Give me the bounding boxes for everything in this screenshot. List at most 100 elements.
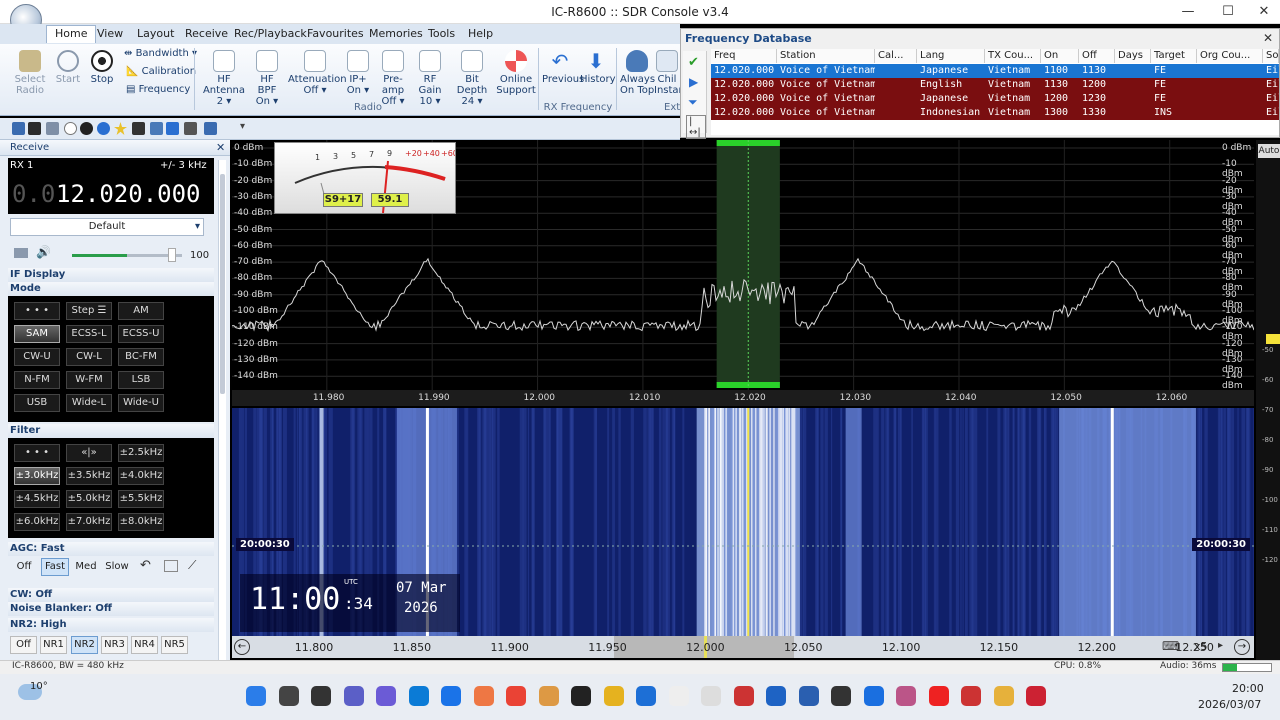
- receive-close-icon[interactable]: ✕: [216, 141, 225, 154]
- bars-icon[interactable]: [14, 248, 28, 258]
- app-icon[interactable]: [863, 686, 884, 706]
- table-row[interactable]: 12.020.000 Voice of Vietnam Japanese Vietna…: [711, 64, 1279, 78]
- child-instance-button[interactable]: Chil Instan: [654, 50, 680, 96]
- table-row[interactable]: 12.020.000 Voice of Vietnam Japanese Vietna…: [711, 92, 1279, 106]
- play-icon[interactable]: ▶: [689, 75, 698, 89]
- nr-off-button[interactable]: Off: [10, 636, 37, 654]
- mode-button[interactable]: Wide-L: [66, 394, 112, 412]
- undo-icon[interactable]: [166, 122, 179, 135]
- frequency-database-close-icon[interactable]: ✕: [1263, 31, 1273, 45]
- always-on-top-button[interactable]: Always On Top: [620, 50, 655, 96]
- screen-icon[interactable]: [204, 122, 217, 135]
- list-icon[interactable]: [46, 122, 59, 135]
- app-icon[interactable]: [831, 686, 851, 706]
- mode-button[interactable]: SAM: [14, 325, 60, 343]
- ip-plus-button[interactable]: IP+ On ▾: [344, 50, 372, 96]
- document-icon[interactable]: [668, 686, 689, 706]
- mode-button[interactable]: Wide-U: [118, 394, 164, 412]
- filter-button[interactable]: ±3.5kHz: [66, 467, 112, 485]
- document-icon[interactable]: [701, 686, 721, 706]
- tab-memories[interactable]: Memories: [369, 27, 423, 40]
- calibration-button[interactable]: 📐 Calibration: [126, 66, 196, 77]
- overview-frequency-axis[interactable]: ← 11.800 11.850 11.900 11.950 12.000 12.050 12…: [232, 636, 1254, 658]
- home-icon[interactable]: [12, 122, 25, 135]
- filter-button[interactable]: ±7.0kHz: [66, 513, 112, 531]
- stop-circle-icon[interactable]: [80, 122, 93, 135]
- waterfall-display[interactable]: 20:00:30 20:00:30 11:00 :34 UTC 07 Mar 2…: [232, 408, 1254, 636]
- outlook-icon[interactable]: [636, 686, 656, 706]
- column-header[interactable]: Days: [1115, 49, 1151, 63]
- start-button[interactable]: Start: [52, 50, 84, 85]
- tab-layout[interactable]: Layout: [137, 27, 174, 40]
- mode-button[interactable]: LSB: [118, 371, 164, 389]
- filter-button[interactable]: ±5.0kHz: [66, 490, 112, 508]
- receive-scrollbar-thumb[interactable]: [220, 174, 225, 394]
- agc-slow-button[interactable]: Slow: [103, 558, 131, 576]
- app-icon[interactable]: [766, 686, 786, 706]
- mode-button[interactable]: CW-U: [14, 348, 60, 366]
- mode-button[interactable]: Step ☰: [66, 302, 112, 320]
- auto-button[interactable]: Auto: [1258, 144, 1280, 158]
- filter-button[interactable]: ±5.5kHz: [118, 490, 164, 508]
- agc-section[interactable]: AGC: Fast: [8, 542, 214, 556]
- column-header[interactable]: Target: [1151, 49, 1197, 63]
- tab-rec-playback[interactable]: Rec/Playback: [234, 27, 307, 40]
- person-icon[interactable]: [150, 122, 163, 135]
- level-marker[interactable]: [1266, 334, 1280, 344]
- column-fit-icon[interactable]: |↔|: [686, 115, 706, 139]
- hf-antenna-button[interactable]: HF Antenna 2 ▾: [198, 50, 250, 107]
- app-icon[interactable]: [961, 686, 981, 706]
- chrome-icon[interactable]: [506, 686, 526, 706]
- column-header[interactable]: Off: [1079, 49, 1115, 63]
- filter-section[interactable]: Filter: [8, 424, 214, 438]
- sdr-console-icon[interactable]: [1026, 686, 1046, 706]
- if-display-section[interactable]: IF Display: [8, 268, 214, 282]
- app-icon[interactable]: [441, 686, 461, 706]
- app-icon[interactable]: [733, 686, 754, 706]
- star-icon[interactable]: [114, 122, 127, 135]
- copilot-icon[interactable]: [538, 686, 559, 706]
- mode-button[interactable]: CW-L: [66, 348, 112, 366]
- task-view-icon[interactable]: [311, 686, 331, 706]
- zoom-arrow-icon[interactable]: ▸: [1218, 640, 1223, 651]
- toolbar-dropdown-icon[interactable]: ▾: [240, 121, 245, 132]
- receive-scrollbar[interactable]: [218, 160, 226, 660]
- filter-button[interactable]: ±6.0kHz: [14, 513, 60, 531]
- record-app-icon[interactable]: [571, 686, 591, 706]
- filter-button[interactable]: «|»: [66, 444, 112, 462]
- previous-button[interactable]: ↶ Previous: [542, 50, 584, 85]
- column-header[interactable]: Sou: [1263, 49, 1279, 63]
- tab-receive[interactable]: Receive: [185, 27, 228, 40]
- bit-depth-button[interactable]: Bit Depth 24 ▾: [451, 50, 493, 107]
- mode-section[interactable]: Mode: [8, 282, 214, 296]
- cw-section[interactable]: CW: Off: [8, 588, 214, 602]
- volume-slider-thumb[interactable]: [168, 248, 176, 262]
- spectrum-display[interactable]: 0 dBm 0 dBm -10 dBm -10 dBm -20 dBm -20 dBm -3…: [232, 140, 1254, 391]
- profile-select[interactable]: Default ▾: [10, 218, 204, 236]
- check-icon[interactable]: ✔: [688, 55, 699, 70]
- frequency-button[interactable]: ▤ Frequency: [126, 84, 190, 95]
- nr3-button[interactable]: NR3: [101, 636, 128, 654]
- filter-icon[interactable]: ⏷: [688, 95, 698, 110]
- agc-window-icon[interactable]: [164, 560, 178, 572]
- nr4-button[interactable]: NR4: [131, 636, 158, 654]
- table-row[interactable]: 12.020.000 Voice of Vietnam Indonesian Viet…: [711, 106, 1279, 120]
- stop-button[interactable]: Stop: [86, 50, 118, 85]
- attenuation-button[interactable]: Attenuation Off ▾: [288, 50, 347, 96]
- mode-button[interactable]: AM: [118, 302, 164, 320]
- nr2-section[interactable]: NR2: High: [8, 618, 214, 632]
- zoom-value[interactable]: x5: [1194, 640, 1208, 653]
- preamp-button[interactable]: Pre-amp Off ▾: [374, 50, 412, 107]
- tab-view[interactable]: View: [97, 27, 123, 40]
- back-arrow-icon[interactable]: ↶: [140, 558, 151, 573]
- mode-button[interactable]: ECSS-L: [66, 325, 112, 343]
- filter-button[interactable]: ±2.5kHz: [118, 444, 164, 462]
- scroll-right-icon[interactable]: →: [1234, 639, 1250, 655]
- filter-button[interactable]: ±4.5kHz: [14, 490, 60, 508]
- nr2-button[interactable]: NR2: [71, 636, 98, 654]
- tab-home[interactable]: Home: [46, 25, 97, 43]
- mode-button[interactable]: N-FM: [14, 371, 60, 389]
- column-header[interactable]: Org Cou...: [1197, 49, 1263, 63]
- mode-button[interactable]: • • •: [14, 302, 60, 320]
- tab-favourites[interactable]: Favourites: [307, 27, 364, 40]
